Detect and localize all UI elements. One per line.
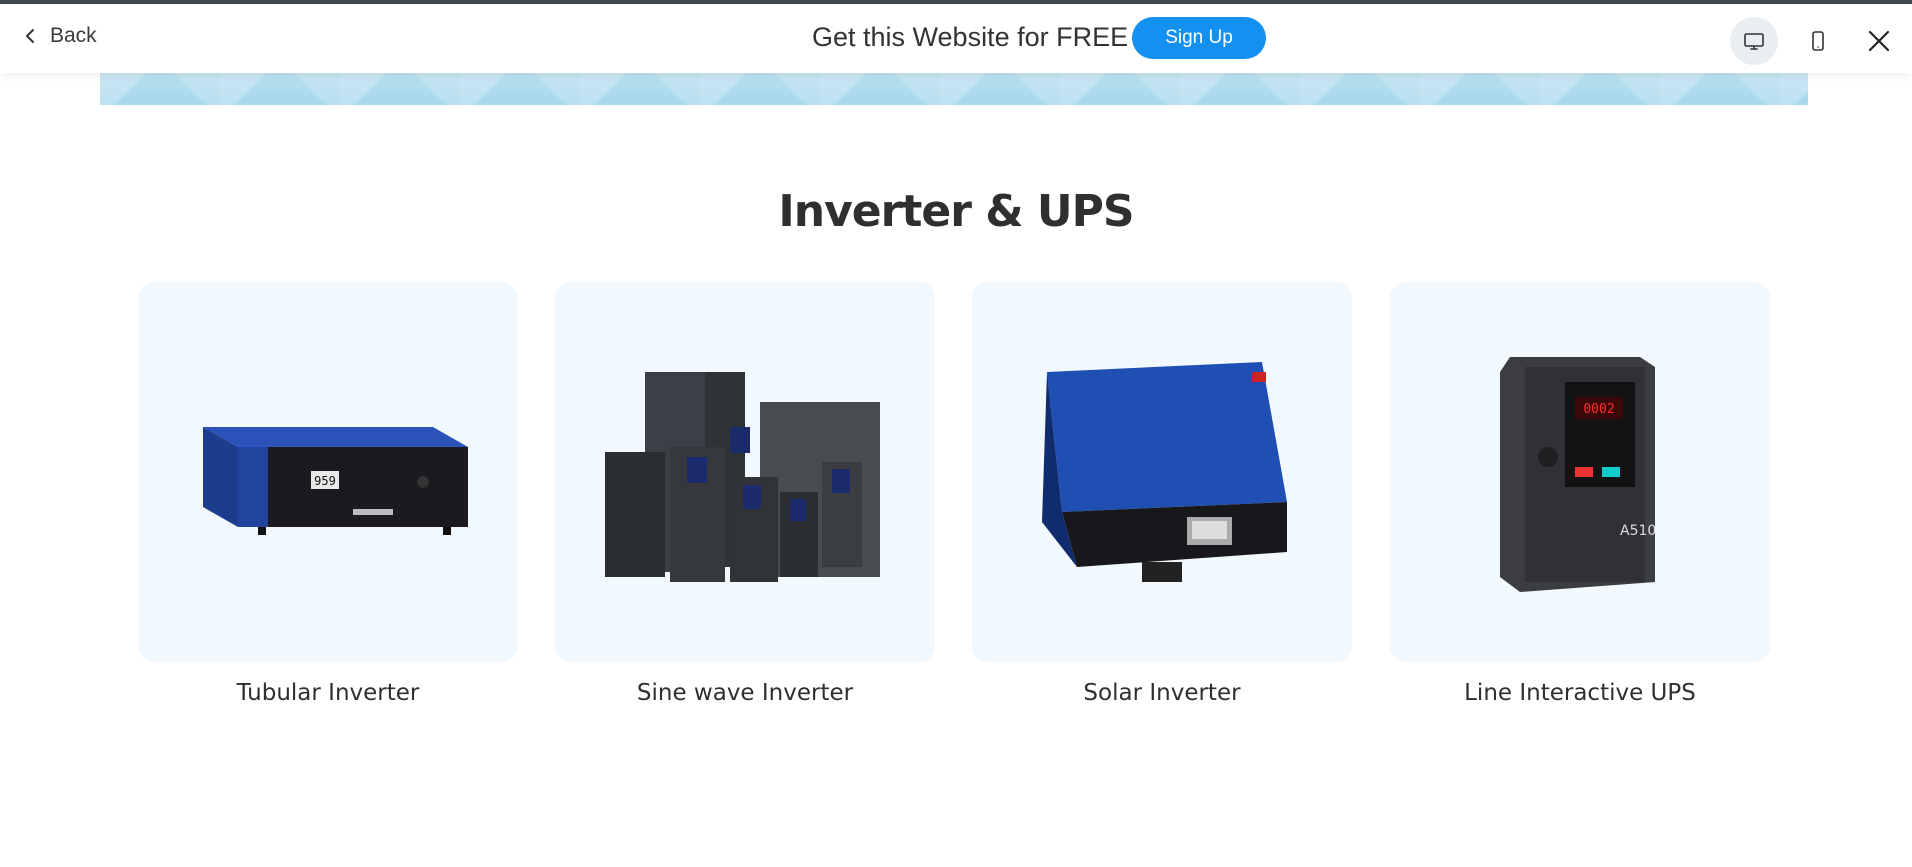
- svg-text:959: 959: [314, 474, 336, 488]
- close-button[interactable]: [1864, 26, 1894, 56]
- product-label[interactable]: Sine wave Inverter: [555, 680, 935, 706]
- chevron-left-icon: [26, 29, 34, 43]
- mobile-view-button[interactable]: [1794, 17, 1842, 65]
- product-card-sine-wave-inverter[interactable]: Sine wave Inverter: [555, 282, 935, 706]
- section-title: Inverter & UPS: [778, 186, 1134, 237]
- desktop-view-button[interactable]: [1730, 17, 1778, 65]
- product-card-line-interactive-ups[interactable]: 0002 A510 Line Interactive UPS: [1390, 282, 1770, 706]
- back-label: Back: [50, 24, 97, 47]
- promo-text: Get this Website for FREE: [812, 22, 1129, 52]
- inverter-group-image: [605, 372, 880, 582]
- product-image[interactable]: 0002 A510: [1390, 282, 1770, 662]
- product-image[interactable]: 959: [138, 282, 518, 662]
- product-card-tubular-inverter[interactable]: 959 Tubular Inverter: [138, 282, 518, 706]
- preview-topbar: Back Get this Website for FREE Sign Up: [0, 0, 1912, 73]
- svg-text:0002: 0002: [1583, 402, 1614, 417]
- desktop-icon: [1744, 33, 1764, 50]
- ups-image: 0002 A510: [1500, 357, 1656, 592]
- solar-inverter-image: [1042, 362, 1287, 582]
- inverter-image: 959: [203, 427, 468, 535]
- mobile-icon: [1812, 31, 1824, 51]
- product-label[interactable]: Solar Inverter: [972, 680, 1352, 706]
- signup-button[interactable]: Sign Up: [1132, 17, 1266, 59]
- hero-banner-bottom: [100, 73, 1808, 105]
- product-card-solar-inverter[interactable]: Solar Inverter: [972, 282, 1352, 706]
- close-icon: [1868, 30, 1890, 52]
- product-image[interactable]: [972, 282, 1352, 662]
- product-image[interactable]: [555, 282, 935, 662]
- svg-text:A510: A510: [1620, 523, 1656, 539]
- product-label[interactable]: Tubular Inverter: [138, 680, 518, 706]
- back-button[interactable]: Back: [22, 24, 97, 48]
- product-label[interactable]: Line Interactive UPS: [1390, 680, 1770, 706]
